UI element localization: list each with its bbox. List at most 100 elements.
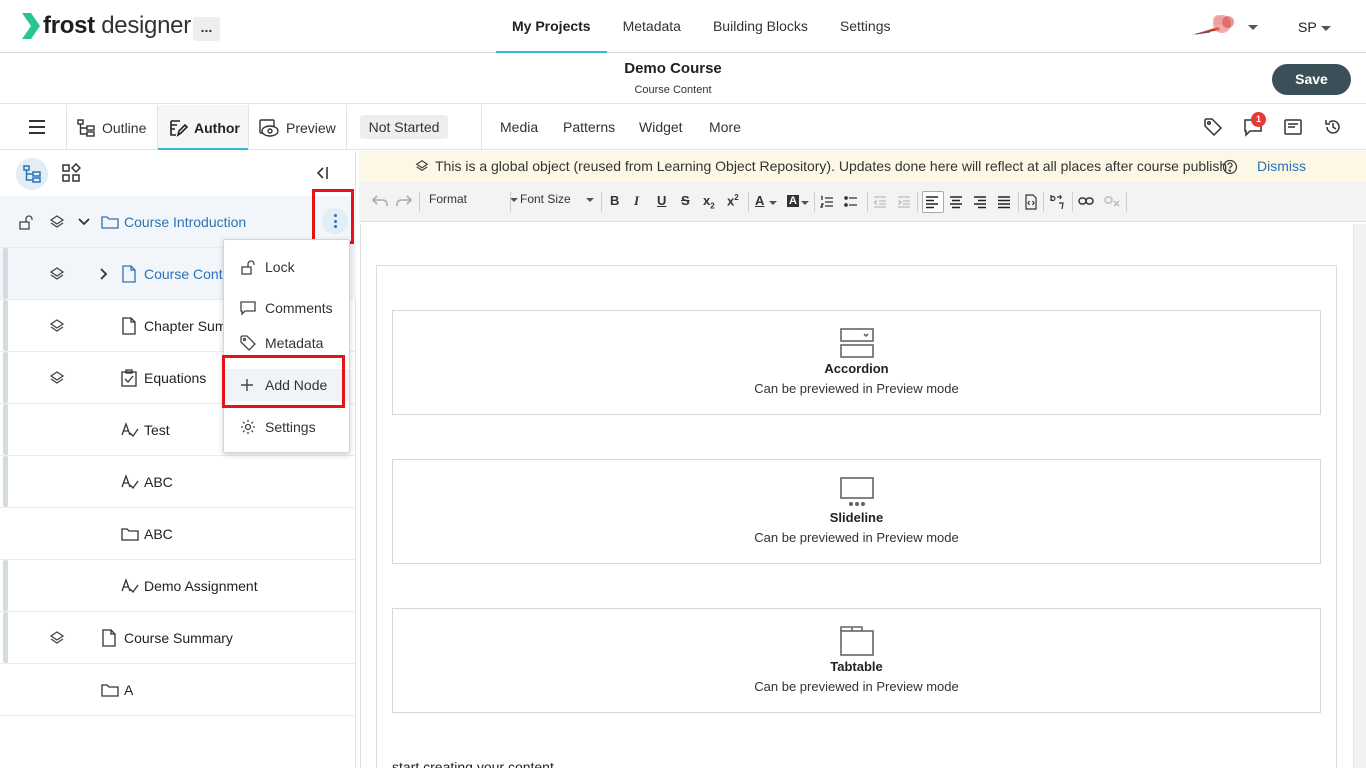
tree-item-abc-folder[interactable]: ABC [0, 508, 356, 560]
user-initials[interactable]: SP [1298, 19, 1317, 35]
tab-widget[interactable]: Widget [639, 119, 683, 135]
nav-settings[interactable]: Settings [824, 0, 907, 53]
save-button[interactable]: Save [1272, 64, 1351, 95]
blocks-view-icon[interactable] [61, 163, 81, 183]
tree-item-abc-assessment[interactable]: ABC [0, 456, 356, 508]
main-nav: My Projects Metadata Building Blocks Set… [496, 0, 907, 53]
tab-author[interactable]: Author [158, 105, 248, 150]
comment-icon [240, 301, 256, 316]
panel-icon[interactable] [1283, 117, 1303, 137]
bold-icon[interactable]: B [610, 193, 619, 208]
mode-toolbar: Outline Author Preview Not Started Media… [0, 105, 1366, 150]
strikethrough-icon[interactable]: S [681, 193, 690, 208]
folder-icon [101, 684, 119, 697]
widget-block-accordion[interactable]: Accordion Can be previewed in Preview mo… [392, 310, 1321, 415]
nav-metadata[interactable]: Metadata [607, 0, 697, 53]
organization-logo-icon[interactable] [1190, 13, 1242, 39]
tab-patterns[interactable]: Patterns [563, 119, 615, 135]
tab-preview[interactable]: Preview [258, 105, 348, 150]
align-right-icon[interactable] [973, 195, 987, 209]
indent-icon[interactable] [897, 195, 911, 209]
menu-hamburger-icon[interactable] [29, 120, 45, 138]
editor-placeholder-text[interactable]: start creating your content... [392, 759, 566, 768]
menu-item-settings[interactable]: Settings [224, 411, 349, 443]
nav-building-blocks[interactable]: Building Blocks [697, 0, 824, 53]
numbered-list-icon[interactable] [820, 195, 834, 209]
unlock-icon [241, 260, 255, 275]
nav-my-projects[interactable]: My Projects [496, 0, 607, 53]
preview-eye-icon [259, 118, 279, 137]
link-icon[interactable] [1078, 195, 1094, 207]
help-icon[interactable] [1222, 159, 1238, 175]
chevron-down-icon [510, 197, 519, 202]
unlink-icon[interactable] [1104, 195, 1120, 207]
org-dropdown-chevron-icon[interactable] [1248, 25, 1258, 30]
superscript-icon[interactable]: x2 [727, 193, 739, 208]
checklist-icon [121, 369, 137, 387]
widget-block-slideline[interactable]: Slideline Can be previewed in Preview mo… [392, 459, 1321, 564]
tree-item-demo-assignment[interactable]: Demo Assignment [0, 560, 356, 612]
tree-item-a[interactable]: A [0, 664, 356, 716]
unlock-icon[interactable] [18, 214, 34, 230]
dismiss-link[interactable]: Dismiss [1257, 158, 1306, 174]
user-dropdown-chevron-icon[interactable] [1321, 26, 1331, 31]
tree-item-label: A [124, 682, 134, 698]
comments-count-badge: 1 [1251, 112, 1266, 127]
logo-text-rest: designer [101, 12, 191, 39]
folder-icon [121, 528, 139, 541]
font-size-dropdown[interactable]: Font Size [520, 192, 595, 206]
app-more-button[interactable]: ... [193, 17, 220, 41]
chevron-right-icon[interactable] [97, 267, 111, 281]
bulleted-list-icon[interactable] [844, 195, 858, 209]
tree-item-course-summary[interactable]: Course Summary [0, 612, 356, 664]
tag-icon[interactable] [1203, 117, 1223, 137]
chevron-down-icon[interactable] [801, 201, 809, 205]
align-center-icon[interactable] [949, 195, 963, 209]
menu-item-lock[interactable]: Lock [224, 251, 349, 283]
collapse-sidebar-icon[interactable] [314, 165, 330, 181]
subscript-icon[interactable]: x2 [703, 193, 715, 211]
outdent-icon[interactable] [873, 195, 887, 209]
font-color-icon[interactable]: A [755, 193, 764, 208]
tab-outline[interactable]: Outline [76, 105, 158, 150]
widget-block-tabtable[interactable]: Tabtable Can be previewed in Preview mod… [392, 608, 1321, 713]
history-icon[interactable] [1323, 117, 1343, 137]
accordion-icon [840, 328, 874, 358]
rich-text-toolbar: Format Font Size B I U S x2 x2 A A [359, 182, 1366, 222]
tree-item-label: Equations [144, 370, 207, 386]
status-badge[interactable]: Not Started [360, 115, 448, 139]
block-description: Can be previewed in Preview mode [754, 381, 959, 396]
menu-item-label: Settings [265, 419, 316, 435]
background-color-icon[interactable]: A [787, 195, 799, 207]
redo-icon[interactable] [396, 194, 412, 208]
tree-item-label: Course Conte [144, 266, 231, 282]
menu-item-comments[interactable]: Comments [224, 292, 349, 324]
editor-scrollbar[interactable] [1353, 224, 1366, 768]
format-dropdown[interactable]: Format [429, 192, 519, 206]
tab-media[interactable]: Media [500, 119, 538, 135]
tree-item-label: ABC [144, 526, 173, 542]
highlight-add-node-box [222, 355, 345, 408]
page-icon [102, 629, 116, 647]
block-description: Can be previewed in Preview mode [754, 530, 959, 545]
gear-icon [241, 420, 255, 434]
source-code-icon[interactable] [1025, 194, 1037, 210]
align-left-icon[interactable] [925, 195, 939, 209]
underline-icon[interactable]: U [657, 193, 666, 208]
app-logo[interactable]: frost designer [22, 12, 191, 40]
block-description: Can be previewed in Preview mode [754, 679, 959, 694]
menu-item-label: Metadata [265, 335, 324, 351]
tab-outline-label: Outline [102, 119, 147, 136]
italic-icon[interactable]: I [634, 193, 639, 209]
chevron-down-icon[interactable] [77, 215, 91, 229]
tree-item-label: Chapter Sum [144, 318, 227, 334]
align-justify-icon[interactable] [997, 195, 1011, 209]
course-title: Demo Course [624, 60, 722, 77]
tree-view-button[interactable] [16, 158, 48, 190]
tab-more[interactable]: More [709, 119, 741, 135]
undo-icon[interactable] [372, 194, 388, 208]
chevron-down-icon[interactable] [769, 201, 777, 205]
translate-icon[interactable] [1049, 193, 1067, 211]
global-object-layers-icon [49, 215, 65, 228]
global-object-layers-icon [49, 371, 65, 384]
